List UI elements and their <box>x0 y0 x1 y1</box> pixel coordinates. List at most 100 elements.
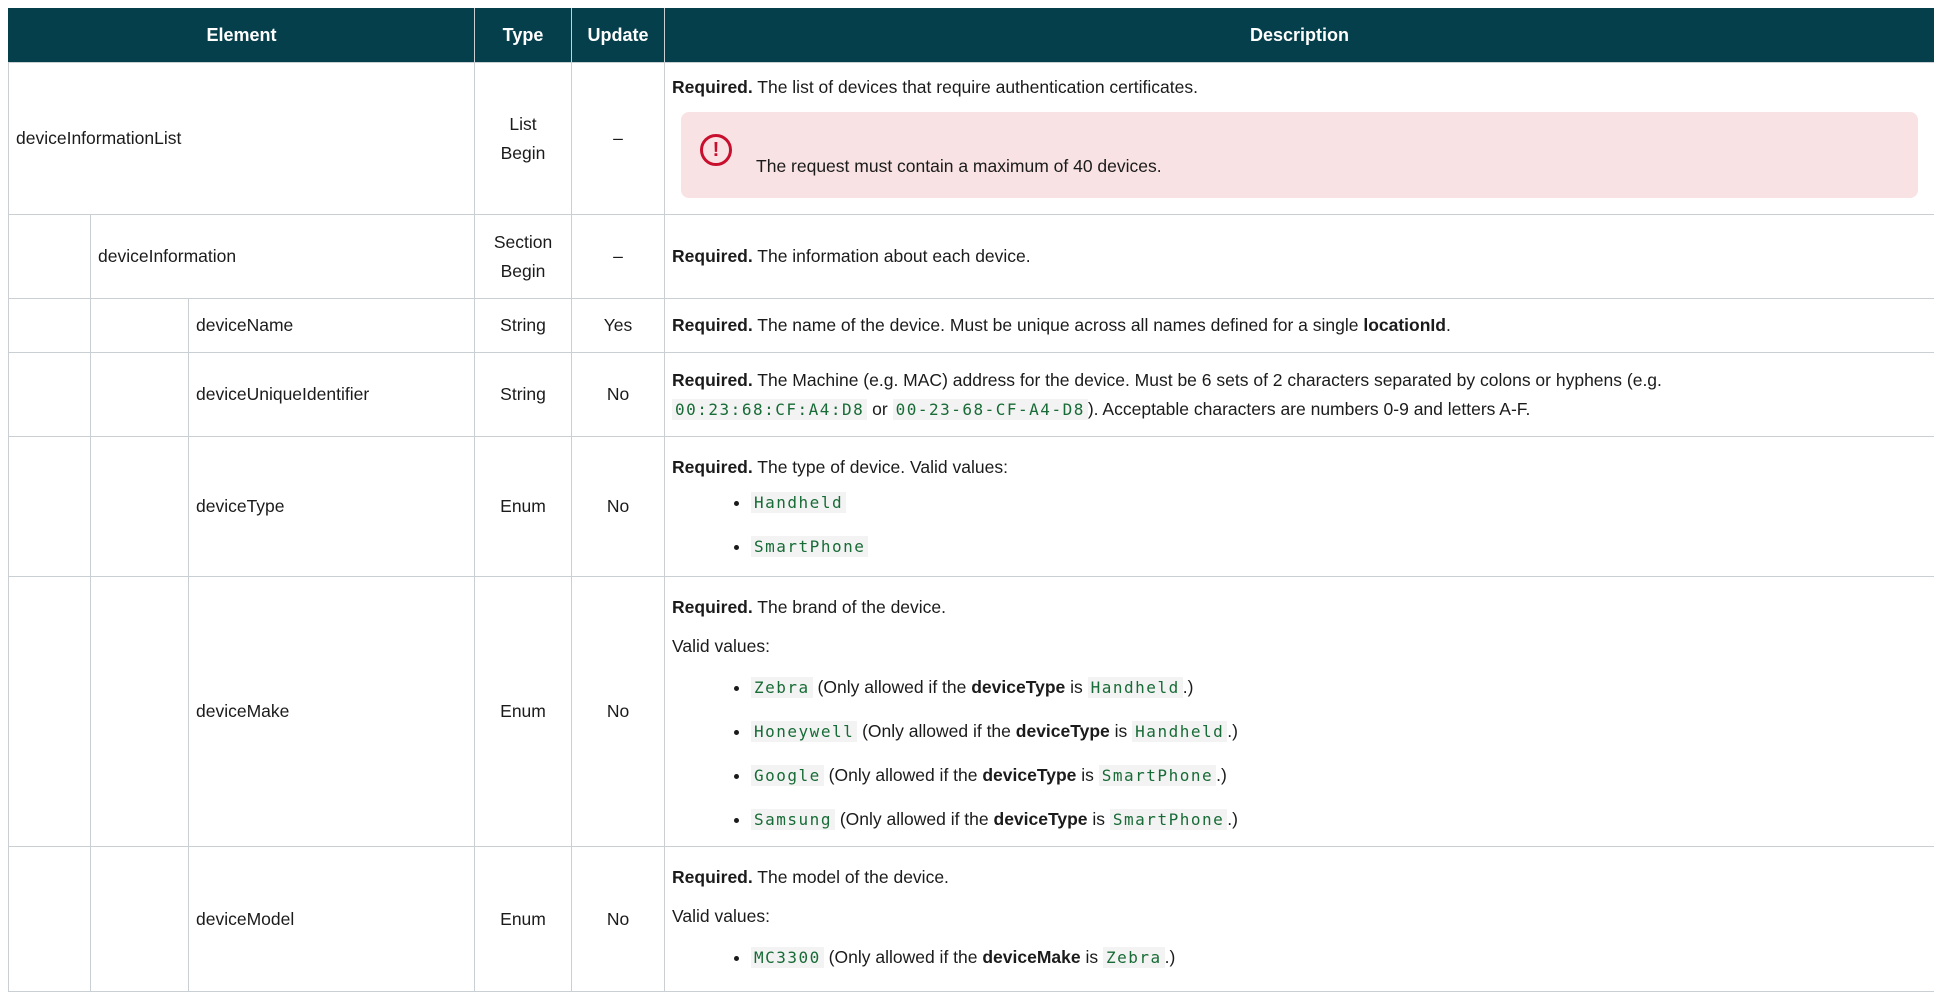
type-cell: Section Begin <box>475 215 572 299</box>
indent-cell <box>9 577 91 847</box>
code-example: 00:23:68:CF:A4:D8 <box>672 399 867 420</box>
update-cell: No <box>572 847 665 992</box>
description-end: ). Acceptable characters are numbers 0-9… <box>1088 399 1531 419</box>
table-row: deviceInformation Section Begin – Requir… <box>9 215 1934 299</box>
type-cell: String <box>475 299 572 353</box>
list-item: Handheld <box>672 488 1927 517</box>
description-text: The brand of the device. <box>753 597 946 617</box>
enum-value: SmartPhone <box>1110 809 1227 830</box>
header-update: Update <box>572 8 665 63</box>
description-text: The list of devices that require authent… <box>753 77 1198 97</box>
item-text: .) <box>1183 677 1194 697</box>
type-line-2: Begin <box>501 143 546 163</box>
type-line-1: List <box>509 114 536 134</box>
table-row: deviceMake Enum No Required. The brand o… <box>9 577 1934 847</box>
element-name: deviceModel <box>189 847 475 992</box>
element-name: deviceName <box>189 299 475 353</box>
indent-cell <box>9 437 91 577</box>
item-text: is <box>1076 765 1098 785</box>
type-cell: Enum <box>475 437 572 577</box>
update-cell: No <box>572 353 665 437</box>
required-label: Required. <box>672 315 753 335</box>
table-row: deviceName String Yes Required. The name… <box>9 299 1934 353</box>
valid-values-list: Handheld SmartPhone <box>672 488 1927 561</box>
indent-cell <box>9 299 91 353</box>
indent-cell <box>9 353 91 437</box>
required-label: Required. <box>672 370 753 390</box>
required-label: Required. <box>672 457 753 477</box>
item-text: (Only allowed if the <box>857 721 1016 741</box>
required-label: Required. <box>672 867 753 887</box>
warning-callout: ! The request must contain a maximum of … <box>681 112 1918 198</box>
enum-value: Samsung <box>751 809 835 830</box>
table-header-row: Element Type Update Description <box>9 8 1934 63</box>
element-name: deviceType <box>189 437 475 577</box>
type-cell: List Begin <box>475 63 572 215</box>
field-reference: deviceMake <box>982 947 1080 967</box>
enum-value: SmartPhone <box>1099 765 1216 786</box>
enum-value: Zebra <box>751 677 813 698</box>
valid-values-label: Valid values: <box>672 632 1927 661</box>
indent-cell <box>9 215 91 299</box>
header-description: Description <box>665 8 1934 63</box>
field-reference: deviceType <box>994 809 1088 829</box>
required-label: Required. <box>672 246 753 266</box>
type-cell: Enum <box>475 847 572 992</box>
description-cell: Required. The model of the device. Valid… <box>665 847 1934 992</box>
type-cell: String <box>475 353 572 437</box>
list-item: Honeywell (Only allowed if the deviceTyp… <box>672 717 1927 746</box>
list-item: Samsung (Only allowed if the deviceType … <box>672 805 1927 834</box>
item-text: .) <box>1216 765 1227 785</box>
update-cell: – <box>572 215 665 299</box>
list-item: MC3300 (Only allowed if the deviceMake i… <box>672 943 1927 972</box>
update-cell: No <box>572 577 665 847</box>
valid-values-list: Zebra (Only allowed if the deviceType is… <box>672 673 1927 834</box>
table-row: deviceType Enum No Required. The type of… <box>9 437 1934 577</box>
update-cell: – <box>572 63 665 215</box>
enum-value: Honeywell <box>751 721 857 742</box>
enum-value: Handheld <box>1088 677 1183 698</box>
description-cell: Required. The information about each dev… <box>665 215 1934 299</box>
element-name: deviceMake <box>189 577 475 847</box>
list-item: Google (Only allowed if the deviceType i… <box>672 761 1927 790</box>
field-reference: deviceType <box>971 677 1065 697</box>
description-cell: Required. The type of device. Valid valu… <box>665 437 1934 577</box>
indent-cell <box>91 353 189 437</box>
element-name: deviceInformation <box>91 215 475 299</box>
type-line-2: Begin <box>501 261 546 281</box>
description-cell: Required. The brand of the device. Valid… <box>665 577 1934 847</box>
alert-circle-icon: ! <box>700 134 732 166</box>
item-text: (Only allowed if the <box>824 765 983 785</box>
element-name: deviceUniqueIdentifier <box>189 353 475 437</box>
list-item: SmartPhone <box>672 532 1927 561</box>
valid-values-label: Valid values: <box>672 902 1927 931</box>
item-text: (Only allowed if the <box>835 809 994 829</box>
item-text: is <box>1110 721 1132 741</box>
description-or: or <box>867 399 892 419</box>
item-text: .) <box>1227 809 1238 829</box>
type-line-1: Section <box>494 232 552 252</box>
table-row: deviceInformationList List Begin – Requi… <box>9 63 1934 215</box>
item-text: is <box>1081 947 1103 967</box>
header-element: Element <box>9 8 475 63</box>
item-text: is <box>1088 809 1110 829</box>
indent-cell <box>91 847 189 992</box>
indent-cell <box>91 437 189 577</box>
enum-value: Handheld <box>1132 721 1227 742</box>
description-cell: Required. The Machine (e.g. MAC) address… <box>665 353 1934 437</box>
item-text: (Only allowed if the <box>824 947 983 967</box>
enum-value: SmartPhone <box>751 536 868 557</box>
item-text: is <box>1065 677 1087 697</box>
indent-cell <box>91 299 189 353</box>
item-text: (Only allowed if the <box>813 677 972 697</box>
field-reference: locationId <box>1363 315 1446 335</box>
description-text: The name of the device. Must be unique a… <box>753 315 1364 335</box>
code-example: 00-23-68-CF-A4-D8 <box>893 399 1088 420</box>
enum-value: Handheld <box>751 492 846 513</box>
indent-cell <box>9 847 91 992</box>
field-reference-table: Element Type Update Description deviceIn… <box>8 8 1934 992</box>
description-text: The model of the device. <box>753 867 949 887</box>
description-cell: Required. The name of the device. Must b… <box>665 299 1934 353</box>
element-name: deviceInformationList <box>9 63 475 215</box>
item-text: .) <box>1165 947 1176 967</box>
